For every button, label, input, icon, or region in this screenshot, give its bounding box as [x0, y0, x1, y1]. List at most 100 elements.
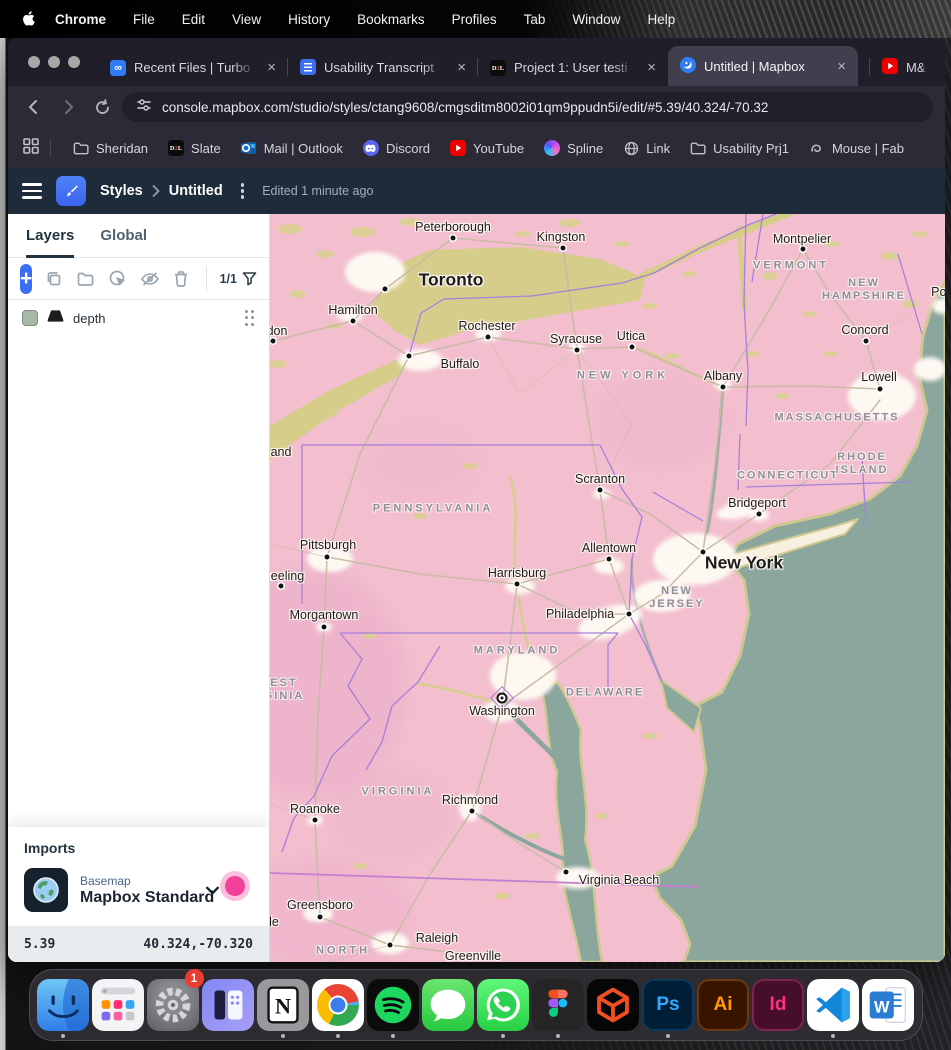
menu-profiles[interactable]: Profiles — [452, 12, 497, 27]
bookmark-usability-prj1[interactable]: Usability Prj1 — [682, 136, 797, 160]
bookmark-youtube[interactable]: YouTube — [442, 136, 532, 160]
bookmark-label: YouTube — [473, 141, 524, 156]
dock-icon-vscode[interactable] — [807, 973, 860, 1037]
tab-close-icon[interactable]: × — [645, 59, 658, 76]
imports-heading: Imports — [24, 840, 253, 856]
delete-layer-icon[interactable] — [173, 270, 189, 288]
dock-icon-chrome[interactable] — [312, 973, 365, 1037]
hide-layer-icon[interactable] — [140, 270, 160, 288]
state-label: PENNSYLVANIA — [373, 503, 494, 516]
tab-usability[interactable]: Usability Transcript× — [288, 48, 478, 86]
city-label: and — [271, 445, 292, 459]
dock-icon-iphone[interactable] — [202, 973, 255, 1037]
tab-d2l[interactable]: D2LProject 1: User testi× — [478, 48, 668, 86]
dock-icon-figma[interactable] — [532, 973, 585, 1037]
browser-window: ∞Recent Files | Turbo×Usability Transcri… — [8, 38, 945, 962]
breadcrumb-styles[interactable]: Styles — [100, 183, 143, 199]
apple-logo-icon[interactable] — [22, 11, 37, 28]
dock-icon-finder[interactable] — [37, 973, 90, 1037]
add-layer-button[interactable]: + — [20, 264, 32, 294]
tab-youtube[interactable]: M& — [870, 48, 936, 86]
dock-icon-messages[interactable] — [422, 973, 475, 1037]
breadcrumb-untitled[interactable]: Untitled — [169, 183, 223, 199]
close-window-button[interactable] — [28, 56, 40, 68]
chrome-app-icon — [312, 979, 364, 1031]
dock-icon-whatsapp[interactable] — [477, 973, 530, 1037]
city-dot — [864, 339, 869, 344]
menu-bookmarks[interactable]: Bookmarks — [357, 12, 425, 27]
map-canvas[interactable]: NEW YORKPENNSYLVANIAVERMONTNEWHAMPSHIREM… — [270, 214, 945, 962]
bookmark-label: Slate — [191, 141, 221, 156]
hamburger-menu-icon[interactable] — [22, 183, 42, 199]
menu-view[interactable]: View — [232, 12, 261, 27]
tab-mapbox[interactable]: Untitled | Mapbox× — [668, 46, 858, 86]
notification-badge: 1 — [185, 969, 204, 988]
menu-file[interactable]: File — [133, 12, 155, 27]
messages-app-icon — [422, 979, 474, 1031]
bookmark-spline[interactable]: Spline — [536, 136, 611, 160]
mapbox-studio-logo[interactable] — [56, 176, 86, 206]
dock-icon-photoshop[interactable]: Ps — [642, 973, 695, 1037]
basemap-globe-icon — [24, 868, 68, 912]
basemap-import-row[interactable]: Basemap Mapbox Standard — [24, 868, 253, 912]
dock-icon-notion[interactable]: N — [257, 973, 310, 1037]
duplicate-layer-icon[interactable] — [45, 270, 63, 288]
dock-icon-spotify[interactable] — [367, 973, 420, 1037]
bookmark-mouse-fab[interactable]: Mouse | Fab — [801, 136, 912, 160]
fill-layer-type-icon — [47, 309, 64, 328]
bookmark-link[interactable]: Link — [615, 136, 678, 160]
apps-grid-icon[interactable] — [22, 137, 40, 160]
city-label: Harrisburg — [488, 566, 546, 580]
menu-edit[interactable]: Edit — [182, 12, 205, 27]
indesign-app-icon: Id — [752, 979, 804, 1031]
city-label: Montpelier — [773, 232, 831, 246]
bookmark-slate[interactable]: D2LSlate — [160, 136, 229, 160]
bookmark-items: SheridanD2LSlateMail | OutlookDiscord You… — [65, 136, 912, 160]
bookmark-globe-icon — [623, 140, 639, 156]
style-options-kebab-icon[interactable] — [241, 183, 245, 199]
site-settings-icon[interactable] — [136, 97, 152, 118]
dock-icon-indesign[interactable]: Id — [752, 973, 805, 1037]
minimize-window-button[interactable] — [48, 56, 60, 68]
bookmark-mail-outlook[interactable]: Mail | Outlook — [233, 136, 351, 160]
city-dot — [575, 348, 580, 353]
city-dot — [627, 612, 632, 617]
state-label: VERMONT — [753, 260, 829, 273]
city-dot — [561, 246, 566, 251]
chevron-down-icon[interactable] — [204, 882, 221, 904]
city-label: Syracuse — [550, 332, 602, 346]
dock-icon-mcube[interactable] — [587, 973, 640, 1037]
menu-help[interactable]: Help — [647, 12, 675, 27]
tab-close-icon[interactable]: × — [835, 58, 848, 75]
menu-window[interactable]: Window — [572, 12, 620, 27]
dock-icon-launcher[interactable] — [92, 973, 145, 1037]
tab-strip-tabs: ∞Recent Files | Turbo×Usability Transcri… — [98, 38, 945, 86]
forward-button[interactable] — [54, 93, 82, 121]
filter-funnel-icon[interactable] — [242, 271, 257, 286]
dock-icon-word[interactable]: W — [862, 973, 915, 1037]
group-layers-icon[interactable] — [76, 270, 95, 288]
city-label: Scranton — [575, 472, 625, 486]
bookmark-sheridan[interactable]: Sheridan — [65, 136, 156, 160]
tab-close-icon[interactable]: × — [455, 59, 468, 76]
layer-row[interactable]: depth — [8, 300, 269, 336]
menu-tab[interactable]: Tab — [524, 12, 546, 27]
bookmark-discord[interactable]: Discord — [355, 136, 438, 160]
menu-history[interactable]: History — [288, 12, 330, 27]
tab-turbo[interactable]: ∞Recent Files | Turbo× — [98, 48, 288, 86]
layer-drag-handle[interactable] — [245, 310, 256, 327]
tab-global[interactable]: Global — [100, 214, 147, 257]
tab-layers[interactable]: Layers — [26, 214, 74, 257]
whatsapp-app-icon — [477, 979, 529, 1031]
back-button[interactable] — [20, 93, 48, 121]
reload-button[interactable] — [88, 93, 116, 121]
launcher-app-icon — [92, 979, 144, 1031]
menu-chrome[interactable]: Chrome — [55, 12, 106, 27]
dock-icon-illustrator[interactable]: Ai — [697, 973, 750, 1037]
url-text[interactable]: console.mapbox.com/studio/styles/ctang96… — [162, 100, 768, 115]
tab-close-icon[interactable]: × — [265, 59, 278, 76]
address-bar[interactable]: console.mapbox.com/studio/styles/ctang96… — [122, 92, 933, 122]
select-feature-icon[interactable] — [108, 269, 127, 288]
dock-icon-settings[interactable]: 1 — [147, 973, 200, 1037]
maximize-window-button[interactable] — [68, 56, 80, 68]
